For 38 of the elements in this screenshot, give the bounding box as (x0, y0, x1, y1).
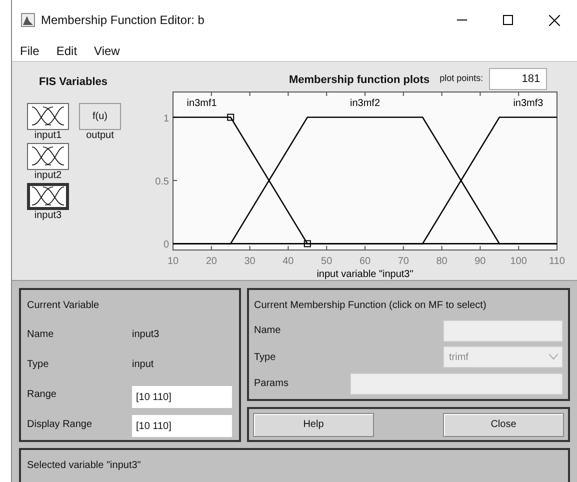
field-label: Name (254, 324, 281, 338)
variable-name: input3 (132, 328, 160, 342)
x-tick-label: 60 (359, 256, 371, 267)
x-tick-label: 110 (549, 256, 565, 267)
variable-label: input2 (34, 170, 62, 180)
variable-type: input (132, 358, 154, 372)
panel-title: FIS Variables (39, 75, 108, 90)
field-label: Range (27, 388, 58, 402)
variable-label: input1 (34, 130, 62, 140)
curve-label: in3mf2 (350, 98, 380, 109)
x-tick-label: 40 (282, 256, 294, 267)
group-title: Current Membership Function (click on MF to select) (254, 299, 488, 313)
y-tick-label: 1 (163, 113, 169, 124)
curve-label: in3mf3 (513, 98, 544, 109)
variable-label: input3 (34, 210, 62, 220)
x-tick-label: 70 (398, 256, 409, 267)
plot-points-label: plot points: (440, 72, 484, 85)
field-label: Type (254, 350, 276, 364)
x-tick-label: 80 (436, 256, 448, 267)
window-title: Membership Function Editor: b (41, 12, 204, 29)
field-label: Params (254, 377, 288, 391)
x-tick-label: 20 (206, 256, 217, 267)
x-tick-label: 50 (321, 256, 332, 267)
x-axis-label: input variable "input3" (316, 269, 414, 280)
plot-title: Membership function plots (289, 72, 430, 88)
y-tick-label: 0.5 (155, 176, 169, 188)
field-label: Display Range (27, 418, 94, 432)
variable-label: output (86, 130, 114, 140)
y-tick-label: 0 (163, 240, 169, 251)
x-tick-label: 30 (244, 256, 256, 267)
x-tick-label: 100 (510, 256, 527, 267)
curve-label: in3mf1 (186, 98, 217, 109)
field-label: Name (27, 328, 55, 342)
status-text: Selected variable "input3" (27, 460, 141, 471)
x-tick-label: 90 (474, 256, 486, 267)
group-title: Current Variable (27, 299, 100, 313)
field-label: Type (27, 358, 50, 372)
x-tick-label: 10 (167, 256, 179, 267)
